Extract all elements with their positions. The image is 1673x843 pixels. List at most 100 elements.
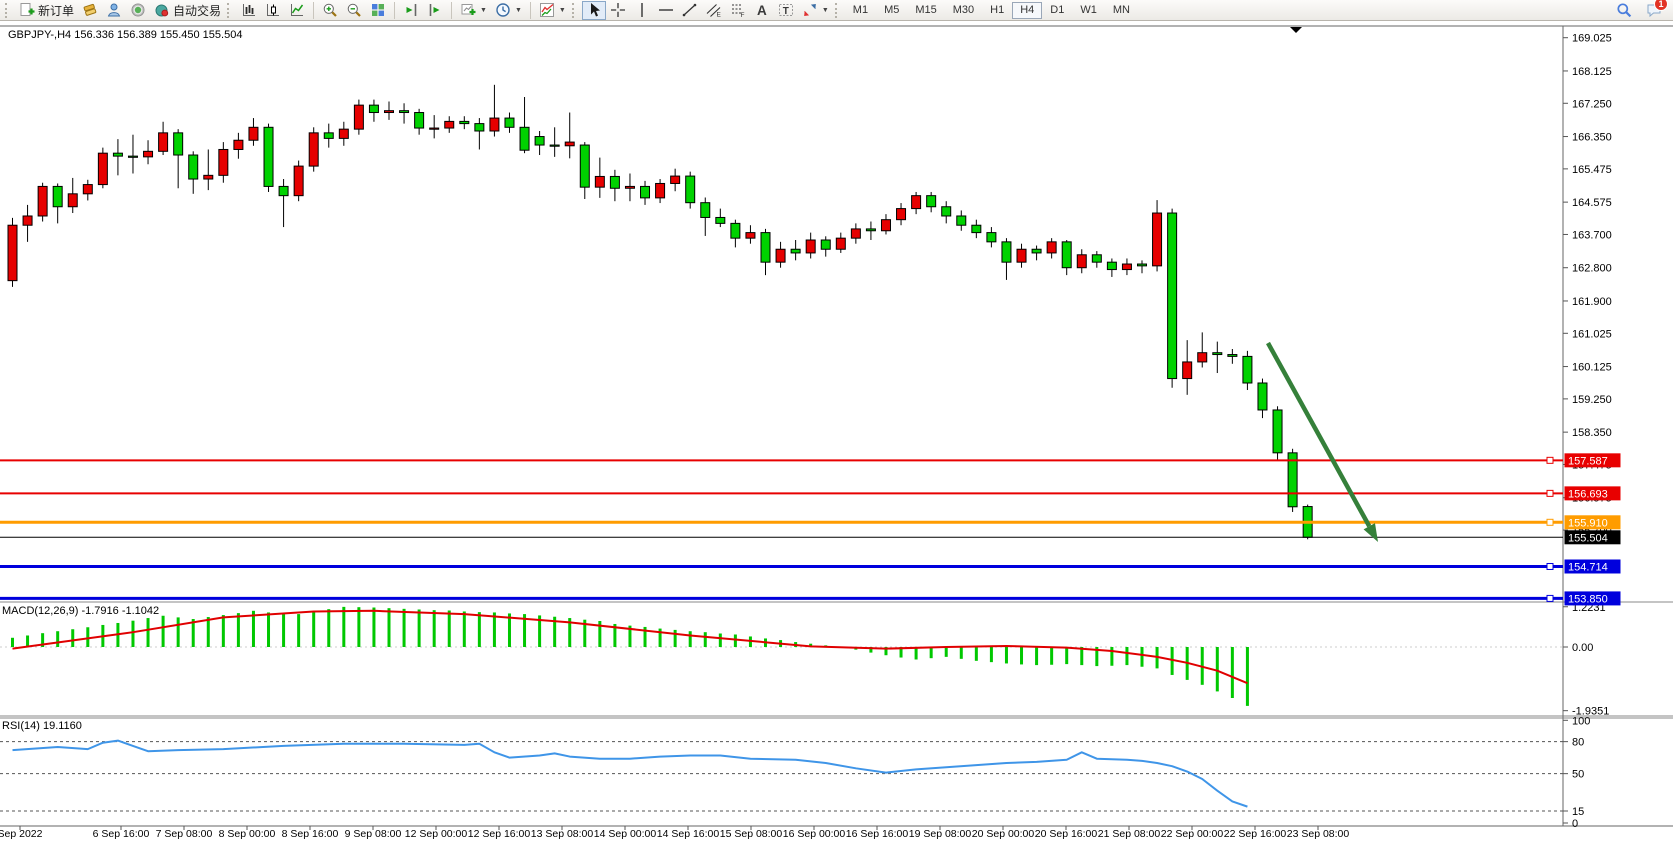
price-badge-label: 155.910 xyxy=(1568,517,1608,529)
macd-histogram-bar xyxy=(478,612,481,647)
periods-button[interactable]: ▼ xyxy=(491,1,526,20)
vertical-line-button[interactable] xyxy=(630,1,654,20)
search-button[interactable] xyxy=(1612,1,1636,20)
time-label: 12 Sep 00:00 xyxy=(405,828,468,840)
price-badge-label: 157.587 xyxy=(1568,455,1608,467)
navigator-button[interactable] xyxy=(126,1,150,20)
horizontal-line-button[interactable] xyxy=(654,1,678,20)
candle-body xyxy=(294,166,303,196)
timeframe-h1-button[interactable]: H1 xyxy=(982,2,1012,19)
candle-body xyxy=(1198,353,1207,362)
text-label-button[interactable]: T xyxy=(774,1,798,20)
candle-body xyxy=(234,140,243,149)
candle-body xyxy=(219,149,228,175)
timeframe-h4-button[interactable]: H4 xyxy=(1012,2,1042,19)
price-tick-label: 160.125 xyxy=(1572,362,1612,374)
text-icon: A xyxy=(754,2,770,18)
macd-histogram-bar xyxy=(719,634,722,647)
candle-body xyxy=(339,129,348,138)
candle-body xyxy=(38,186,47,216)
bar-chart-button[interactable] xyxy=(237,1,261,20)
candle-body xyxy=(927,196,936,207)
level-line-handle[interactable] xyxy=(1547,519,1553,525)
line-chart-button[interactable] xyxy=(285,1,309,20)
macd-histogram-bar xyxy=(960,647,963,659)
toolbar-separator xyxy=(530,2,531,19)
toolbar-grip[interactable] xyxy=(5,3,11,18)
line-icon xyxy=(289,2,305,18)
chat-button[interactable]: 1 xyxy=(1642,1,1666,20)
macd-histogram-bar xyxy=(704,632,707,647)
timeframe-m1-button[interactable]: M1 xyxy=(845,2,876,19)
crosshair-button[interactable] xyxy=(606,1,630,20)
equidistant-channel-button[interactable]: E xyxy=(702,1,726,20)
macd-histogram-bar xyxy=(131,621,134,647)
candle-body xyxy=(400,111,409,113)
macd-histogram-bar xyxy=(26,635,29,647)
autotrading-button[interactable]: 自动交易 xyxy=(150,1,225,20)
text-button[interactable]: A xyxy=(750,1,774,20)
trendline-button[interactable] xyxy=(678,1,702,20)
level-line-handle[interactable] xyxy=(1547,563,1553,569)
timeframe-m5-button[interactable]: M5 xyxy=(876,2,907,19)
time-label: 16 Sep 16:00 xyxy=(846,828,909,840)
data-window-button[interactable] xyxy=(102,1,126,20)
candle-body xyxy=(249,127,258,140)
new-order-button-label: 新订单 xyxy=(38,2,74,19)
candle-body xyxy=(98,153,107,184)
candle-body xyxy=(430,128,439,129)
trendline-icon xyxy=(682,2,698,18)
level-line-handle[interactable] xyxy=(1547,457,1553,463)
toolbar-grip[interactable] xyxy=(835,3,841,18)
candlestick-chart-button[interactable] xyxy=(261,1,285,20)
toolbar-grip[interactable] xyxy=(572,3,578,18)
candle-body xyxy=(369,105,378,112)
chart-shift-end-button[interactable] xyxy=(399,1,423,20)
price-tick-label: 165.475 xyxy=(1572,164,1612,176)
timeframe-w1-button[interactable]: W1 xyxy=(1072,2,1105,19)
trend-arrow[interactable] xyxy=(1268,343,1369,526)
candle-body xyxy=(68,194,77,207)
arrows-button[interactable]: ▼ xyxy=(798,1,833,20)
macd-histogram-bar xyxy=(463,611,466,647)
macd-histogram-bar xyxy=(448,610,451,647)
timeframe-m15-button[interactable]: M15 xyxy=(907,2,944,19)
timeframe-m30-button[interactable]: M30 xyxy=(945,2,982,19)
candle-body xyxy=(1092,255,1101,262)
timeframe-mn-button[interactable]: MN xyxy=(1105,2,1138,19)
macd-histogram-bar xyxy=(1231,647,1234,698)
indicators-button[interactable]: ▼ xyxy=(535,1,570,20)
label-icon: T xyxy=(778,2,794,18)
candle-body xyxy=(866,229,875,231)
toolbar-grip[interactable] xyxy=(227,3,233,18)
candle-body xyxy=(1138,264,1147,266)
price-tick-label: 164.575 xyxy=(1572,197,1612,209)
chart-shift-button[interactable] xyxy=(423,1,447,20)
macd-histogram-bar xyxy=(945,647,948,657)
macd-histogram-bar xyxy=(975,647,978,661)
shift-end-icon xyxy=(403,2,419,18)
candle-body xyxy=(1077,255,1086,268)
macd-histogram-bar xyxy=(1065,647,1068,664)
tile-windows-button[interactable] xyxy=(366,1,390,20)
svg-text:A: A xyxy=(757,3,767,18)
price-tick-label: 163.700 xyxy=(1572,229,1612,241)
candle-body xyxy=(204,175,213,179)
trend-arrow-head[interactable] xyxy=(1364,523,1378,542)
zoom-out-button[interactable] xyxy=(342,1,366,20)
macd-histogram-bar xyxy=(222,615,225,647)
cursor-button[interactable] xyxy=(582,1,606,20)
new-chart-button[interactable]: ▼ xyxy=(456,1,491,20)
macd-histogram-bar xyxy=(1050,647,1053,665)
timeframe-d1-button[interactable]: D1 xyxy=(1042,2,1072,19)
new-order-button[interactable]: 新订单 xyxy=(15,1,78,20)
candle-body xyxy=(159,133,168,151)
zoom-in-button[interactable] xyxy=(318,1,342,20)
dropdown-caret-icon: ▼ xyxy=(822,7,829,14)
level-line-handle[interactable] xyxy=(1547,595,1553,601)
fibonacci-button[interactable]: F xyxy=(726,1,750,20)
market-watch-button[interactable] xyxy=(78,1,102,20)
svg-text:T: T xyxy=(783,6,789,17)
level-line-handle[interactable] xyxy=(1547,490,1553,496)
zoom-in-icon xyxy=(322,2,338,18)
